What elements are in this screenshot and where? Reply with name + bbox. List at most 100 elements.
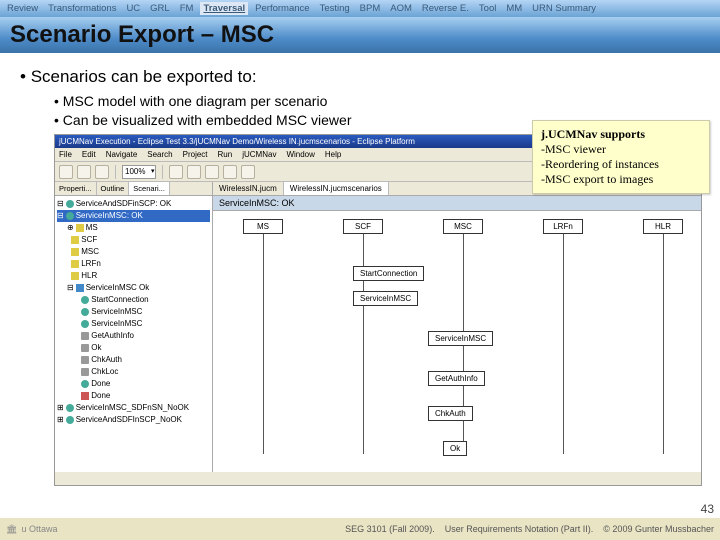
logo-text: u Ottawa [21,524,57,534]
nav-item[interactable]: Performance [252,2,312,15]
window-title: jUCMNav Execution - Eclipse Test 3.3/jUC… [59,137,415,146]
tree-node[interactable]: ⊟ ServiceAndSDFinSCP: OK [57,198,210,210]
tab-properties[interactable]: Properti... [55,182,97,195]
tree-node[interactable]: ChkLoc [57,366,210,378]
nav-item[interactable]: AOM [387,2,415,15]
toolbar-button[interactable] [223,165,237,179]
msc-message[interactable]: StartConnection [353,266,424,281]
tree-node[interactable]: ⊕ MS [57,222,210,234]
tree-node[interactable]: ⊟ ServiceInMSC: OK [57,210,210,222]
tree-node[interactable]: LRFn [57,258,210,270]
nav-item-active[interactable]: Traversal [200,2,248,15]
nav-item[interactable]: URN Summary [529,2,599,15]
tree-node[interactable]: StartConnection [57,294,210,306]
lifeline[interactable]: LRFn [543,219,583,454]
tree-node-icon [71,248,79,256]
toolbar-button[interactable] [241,165,255,179]
lifeline-header[interactable]: MSC [443,219,483,234]
tree-node[interactable]: GetAuthInfo [57,330,210,342]
tree-node-icon [66,416,74,424]
toolbar-separator [115,165,116,179]
tree-node-icon [71,260,79,268]
menu-item[interactable]: File [59,150,72,159]
msc-message[interactable]: ChkAuth [428,406,473,421]
bullet-level-1: Scenarios can be exported to: [20,67,700,87]
toolbar-button[interactable] [169,165,183,179]
lifeline-header[interactable]: MS [243,219,283,234]
tab-outline[interactable]: Outline [97,182,130,195]
zoom-combo[interactable]: 100% [122,165,156,179]
menu-item[interactable]: Project [183,150,208,159]
nav-item[interactable]: UC [123,2,143,15]
tree-node[interactable]: ⊞ ServiceInMSC_SDFnSN_NoOK [57,402,210,414]
tree-node[interactable]: HLR [57,270,210,282]
lifeline-line [263,234,264,454]
msc-message[interactable]: Ok [443,441,467,456]
lifeline[interactable]: HLR [643,219,683,454]
editor-area: WirelessIN.jucm WirelessIN.jucmscenarios… [213,182,701,472]
nav-item[interactable]: GRL [147,2,173,15]
nav-item[interactable]: Tool [476,2,499,15]
tree-node-icon [71,272,79,280]
lifeline-header[interactable]: SCF [343,219,383,234]
tree-node[interactable]: MSC [57,246,210,258]
note-line: -MSC viewer [541,142,606,156]
tree-node-icon [81,308,89,316]
tree-node-icon [66,200,74,208]
msc-message[interactable]: ServiceInMSC [353,291,418,306]
tree-node[interactable]: ServiceInMSC [57,318,210,330]
footer-copyright: © 2009 Gunter Mussbacher [603,524,714,534]
tree-node[interactable]: ⊟ ServiceInMSC Ok [57,282,210,294]
msc-message[interactable]: ServiceInMSC [428,331,493,346]
menu-item[interactable]: Run [218,150,233,159]
nav-item[interactable]: Reverse E. [419,2,472,15]
nav-item[interactable]: Testing [317,2,353,15]
editor-tab[interactable]: WirelessIN.jucm [213,182,284,195]
scenario-tree[interactable]: ⊟ ServiceAndSDFinSCP: OK⊟ ServiceInMSC: … [55,196,212,472]
toolbar-button[interactable] [77,165,91,179]
tree-node[interactable]: Done [57,390,210,402]
note-title: j.UCMNav supports [541,127,645,141]
building-icon: 🏛 [6,524,17,535]
tree-node-icon [71,236,79,244]
left-panel: Properti... Outline Scenari... ⊟ Service… [55,182,213,472]
menu-item[interactable]: Window [286,150,314,159]
toolbar-button[interactable] [205,165,219,179]
tree-node[interactable]: SCF [57,234,210,246]
page-number: 43 [701,502,714,516]
lifeline[interactable]: SCF [343,219,383,454]
tree-node-icon [81,296,89,304]
tree-node[interactable]: ChkAuth [57,354,210,366]
lifeline-line [663,234,664,454]
slide-title: Scenario Export – MSC [0,17,720,53]
menu-item[interactable]: Edit [82,150,96,159]
msc-diagram-canvas[interactable]: MS SCF MSC LRFn HLR StartConnection ServiceInM… [213,211,701,472]
menu-item[interactable]: Search [147,150,172,159]
toolbar-button[interactable] [95,165,109,179]
menu-item[interactable]: Navigate [106,150,138,159]
tree-node[interactable]: Ok [57,342,210,354]
editor-tab-active[interactable]: WirelessIN.jucmscenarios [284,182,389,195]
nav-item[interactable]: Review [4,2,41,15]
lifeline-line [563,234,564,454]
msc-message[interactable]: GetAuthInfo [428,371,485,386]
lifeline[interactable]: MS [243,219,283,454]
menu-item[interactable]: jUCMNav [242,150,276,159]
lifeline-header[interactable]: LRFn [543,219,583,234]
tab-scenarios[interactable]: Scenari... [129,182,170,195]
lifeline-header[interactable]: HLR [643,219,683,234]
editor-header: ServiceInMSC: OK [213,196,701,211]
toolbar-button[interactable] [187,165,201,179]
tree-node[interactable]: ⊞ ServiceAndSDFInSCP_NoOK [57,414,210,426]
tree-node[interactable]: ServiceInMSC [57,306,210,318]
menu-item[interactable]: Help [325,150,341,159]
nav-item[interactable]: Transformations [45,2,119,15]
tree-node[interactable]: Done [57,378,210,390]
uottawa-logo: 🏛 u Ottawa [6,524,57,535]
callout-note: j.UCMNav supports -MSC viewer -Reorderin… [532,120,710,194]
note-line: -Reordering of instances [541,157,659,171]
nav-item[interactable]: BPM [357,2,384,15]
toolbar-button[interactable] [59,165,73,179]
nav-item[interactable]: FM [177,2,197,15]
nav-item[interactable]: MM [503,2,525,15]
